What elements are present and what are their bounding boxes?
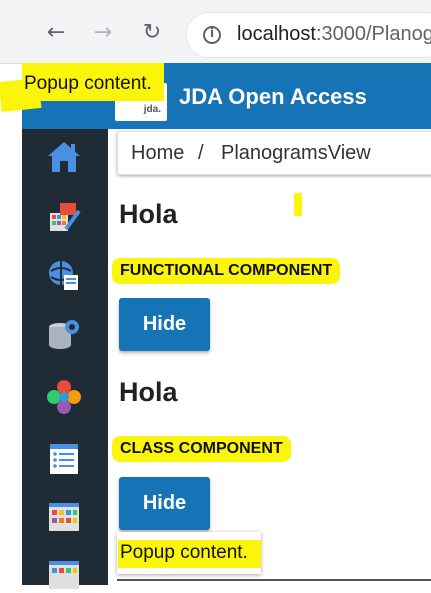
database-settings-icon[interactable] bbox=[46, 317, 82, 353]
highlight-mark bbox=[294, 193, 302, 216]
back-arrow-icon[interactable]: ← bbox=[43, 20, 69, 46]
url-text[interactable]: localhost:3000/Planog bbox=[237, 23, 431, 46]
hide-button[interactable]: Hide bbox=[119, 298, 210, 351]
app-title: JDA Open Access bbox=[179, 84, 367, 109]
hide-button[interactable]: Hide bbox=[119, 477, 210, 530]
forward-arrow-icon[interactable]: → bbox=[90, 20, 116, 46]
planogram-grid-icon[interactable] bbox=[46, 557, 82, 593]
breadcrumb-current: PlanogramsView bbox=[221, 142, 371, 164]
popup-top: Popup content. bbox=[22, 63, 164, 101]
popup-bottom: Popup content. bbox=[117, 532, 261, 574]
divider bbox=[117, 579, 431, 581]
reload-icon[interactable]: ↻ bbox=[139, 20, 165, 46]
breadcrumb: Home / PlanogramsView bbox=[117, 131, 431, 175]
info-icon[interactable] bbox=[203, 26, 221, 44]
url-host: localhost bbox=[237, 23, 316, 45]
browser-toolbar: ← → ↻ localhost:3000/Planog bbox=[0, 0, 431, 64]
address-bar[interactable]: localhost:3000/Planog bbox=[186, 12, 431, 58]
planogram-edit-icon[interactable] bbox=[46, 199, 82, 235]
breadcrumb-separator: / bbox=[198, 142, 204, 164]
globe-document-icon[interactable] bbox=[46, 257, 82, 293]
sidebar bbox=[22, 129, 108, 589]
planogram-grid-icon[interactable] bbox=[46, 499, 82, 535]
class-component-label: CLASS COMPONENT bbox=[112, 436, 291, 462]
flower-puzzle-icon[interactable] bbox=[46, 379, 82, 415]
url-path: :3000/Planog bbox=[315, 23, 431, 45]
section-heading: Hola bbox=[119, 199, 178, 229]
section-heading: Hola bbox=[119, 377, 178, 407]
list-icon[interactable] bbox=[46, 441, 82, 477]
home-icon[interactable] bbox=[46, 139, 82, 175]
breadcrumb-home[interactable]: Home bbox=[131, 142, 184, 165]
functional-component-label: FUNCTIONAL COMPONENT bbox=[112, 258, 341, 284]
popup-top-text: Popup content. bbox=[24, 73, 152, 94]
popup-bottom-text: Popup content. bbox=[120, 542, 248, 563]
logo-text: jda. bbox=[143, 104, 161, 115]
